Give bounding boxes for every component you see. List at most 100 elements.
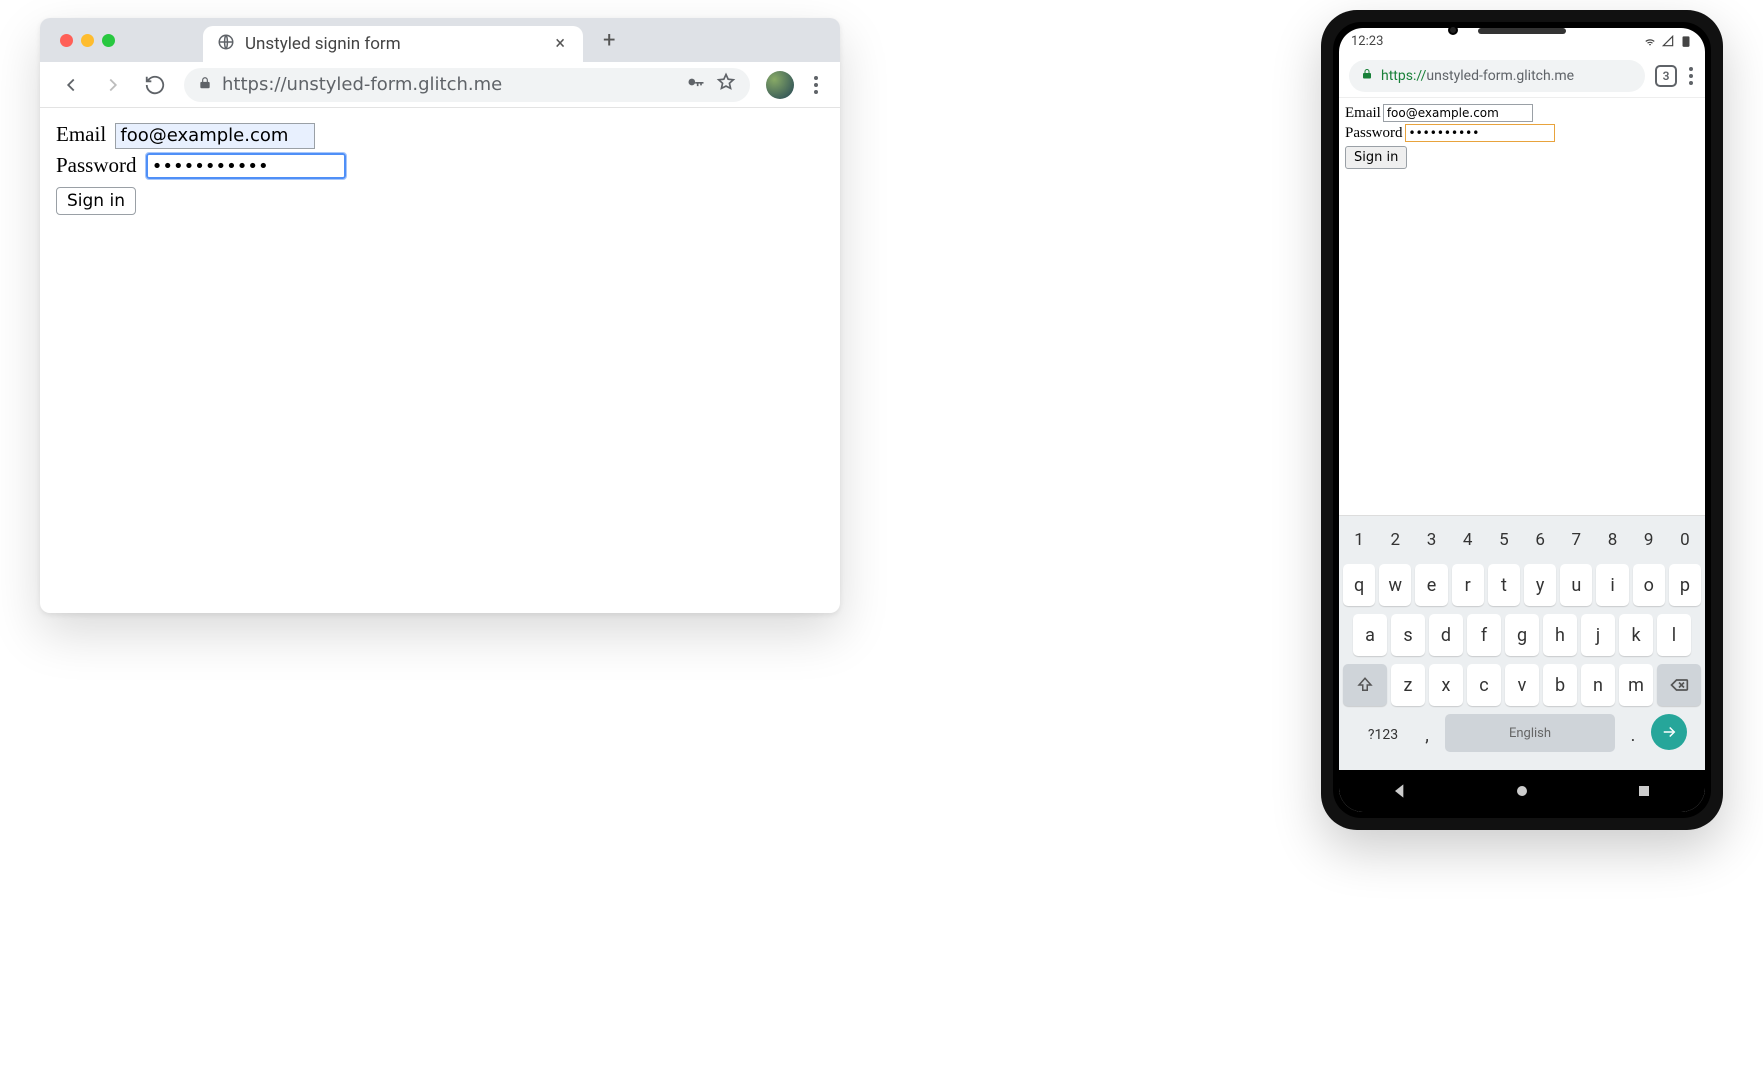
key-4[interactable]: 4 xyxy=(1452,524,1484,556)
key-i[interactable]: i xyxy=(1596,564,1628,606)
signin-button[interactable]: Sign in xyxy=(56,187,136,215)
back-button[interactable] xyxy=(58,72,84,98)
key-s[interactable]: s xyxy=(1391,614,1425,656)
shift-icon xyxy=(1356,676,1374,694)
password-label: Password xyxy=(56,153,137,177)
key-o[interactable]: o xyxy=(1633,564,1665,606)
tab-bar: Unstyled signin form × + xyxy=(40,18,840,62)
key-z[interactable]: z xyxy=(1391,664,1425,706)
key-icon[interactable] xyxy=(686,72,706,97)
phone-camera xyxy=(1448,25,1458,35)
key-m[interactable]: m xyxy=(1619,664,1653,706)
shift-key[interactable] xyxy=(1343,664,1387,706)
key-2[interactable]: 2 xyxy=(1379,524,1411,556)
key-g[interactable]: g xyxy=(1505,614,1539,656)
keyboard-row-4: ?123 , English . xyxy=(1343,714,1701,756)
key-6[interactable]: 6 xyxy=(1524,524,1556,556)
signal-icon xyxy=(1661,34,1675,48)
key-q[interactable]: q xyxy=(1343,564,1375,606)
key-8[interactable]: 8 xyxy=(1596,524,1628,556)
enter-key[interactable] xyxy=(1651,714,1687,750)
window-controls xyxy=(60,34,115,47)
mobile-email-field[interactable] xyxy=(1383,104,1533,122)
mobile-address-bar[interactable]: https://unstyled-form.glitch.me xyxy=(1349,60,1645,92)
key-3[interactable]: 3 xyxy=(1415,524,1447,556)
status-icons xyxy=(1643,34,1693,48)
mobile-toolbar: https://unstyled-form.glitch.me 3 xyxy=(1339,54,1705,98)
key-b[interactable]: b xyxy=(1543,664,1577,706)
backspace-key[interactable] xyxy=(1657,664,1701,706)
nav-back-button[interactable] xyxy=(1390,781,1410,801)
key-l[interactable]: l xyxy=(1657,614,1691,656)
tabs-count-button[interactable]: 3 xyxy=(1655,65,1677,87)
mobile-password-label: Password xyxy=(1345,125,1403,141)
password-row: Password xyxy=(56,153,824,180)
mobile-url-text: https://unstyled-form.glitch.me xyxy=(1381,68,1574,84)
mobile-menu-button[interactable] xyxy=(1687,65,1695,87)
mobile-password-field[interactable] xyxy=(1405,124,1555,142)
period-key[interactable]: . xyxy=(1619,714,1647,756)
arrow-right-icon xyxy=(1660,723,1678,741)
minimize-window-button[interactable] xyxy=(81,34,94,47)
symbols-key[interactable]: ?123 xyxy=(1357,714,1409,756)
battery-icon xyxy=(1679,34,1693,48)
close-tab-button[interactable]: × xyxy=(551,35,569,53)
new-tab-button[interactable]: + xyxy=(591,28,627,53)
close-window-button[interactable] xyxy=(60,34,73,47)
key-y[interactable]: y xyxy=(1524,564,1556,606)
key-p[interactable]: p xyxy=(1669,564,1701,606)
keyboard-row-3: z x c v b n m xyxy=(1343,664,1701,706)
globe-icon xyxy=(217,33,235,56)
key-d[interactable]: d xyxy=(1429,614,1463,656)
mobile-signin-button[interactable]: Sign in xyxy=(1345,146,1407,169)
key-e[interactable]: e xyxy=(1415,564,1447,606)
bookmark-star-icon[interactable] xyxy=(716,72,736,97)
key-f[interactable]: f xyxy=(1467,614,1501,656)
nav-home-button[interactable] xyxy=(1512,781,1532,801)
lock-icon xyxy=(1361,68,1373,84)
key-a[interactable]: a xyxy=(1353,614,1387,656)
key-j[interactable]: j xyxy=(1581,614,1615,656)
key-u[interactable]: u xyxy=(1560,564,1592,606)
email-row: Email xyxy=(56,122,824,149)
profile-avatar[interactable] xyxy=(766,71,794,99)
spacebar-key[interactable]: English xyxy=(1445,714,1615,752)
nav-recent-button[interactable] xyxy=(1634,781,1654,801)
page-content: Email Password Sign in xyxy=(40,108,840,229)
forward-button[interactable] xyxy=(100,72,126,98)
key-h[interactable]: h xyxy=(1543,614,1577,656)
keyboard-number-row: 1 2 3 4 5 6 7 8 9 0 xyxy=(1343,524,1701,556)
reload-button[interactable] xyxy=(142,72,168,98)
tab-title: Unstyled signin form xyxy=(245,34,541,54)
status-time: 12:23 xyxy=(1351,34,1383,49)
browser-tab[interactable]: Unstyled signin form × xyxy=(203,26,583,62)
keyboard-row-2: a s d f g h j k l xyxy=(1343,614,1701,656)
key-5[interactable]: 5 xyxy=(1488,524,1520,556)
key-x[interactable]: x xyxy=(1429,664,1463,706)
key-k[interactable]: k xyxy=(1619,614,1653,656)
key-n[interactable]: n xyxy=(1581,664,1615,706)
key-r[interactable]: r xyxy=(1452,564,1484,606)
key-9[interactable]: 9 xyxy=(1633,524,1665,556)
backspace-icon xyxy=(1669,675,1689,695)
key-v[interactable]: v xyxy=(1505,664,1539,706)
phone-frame: 12:23 https://unstyled-form.glitch.me 3 xyxy=(1321,10,1723,830)
key-0[interactable]: 0 xyxy=(1669,524,1701,556)
wifi-icon xyxy=(1643,34,1657,48)
password-field[interactable] xyxy=(146,153,346,179)
comma-key[interactable]: , xyxy=(1413,714,1441,756)
phone-screen: 12:23 https://unstyled-form.glitch.me 3 xyxy=(1339,28,1705,812)
maximize-window-button[interactable] xyxy=(102,34,115,47)
browser-menu-button[interactable] xyxy=(810,72,822,98)
android-nav-bar xyxy=(1339,770,1705,812)
email-field[interactable] xyxy=(115,123,315,149)
email-label: Email xyxy=(56,122,106,146)
key-w[interactable]: w xyxy=(1379,564,1411,606)
address-bar[interactable]: https://unstyled-form.glitch.me xyxy=(184,68,750,102)
key-7[interactable]: 7 xyxy=(1560,524,1592,556)
key-c[interactable]: c xyxy=(1467,664,1501,706)
key-t[interactable]: t xyxy=(1488,564,1520,606)
mobile-page-content: Email Password Sign in xyxy=(1339,98,1705,515)
url-text: https://unstyled-form.glitch.me xyxy=(222,74,502,95)
key-1[interactable]: 1 xyxy=(1343,524,1375,556)
